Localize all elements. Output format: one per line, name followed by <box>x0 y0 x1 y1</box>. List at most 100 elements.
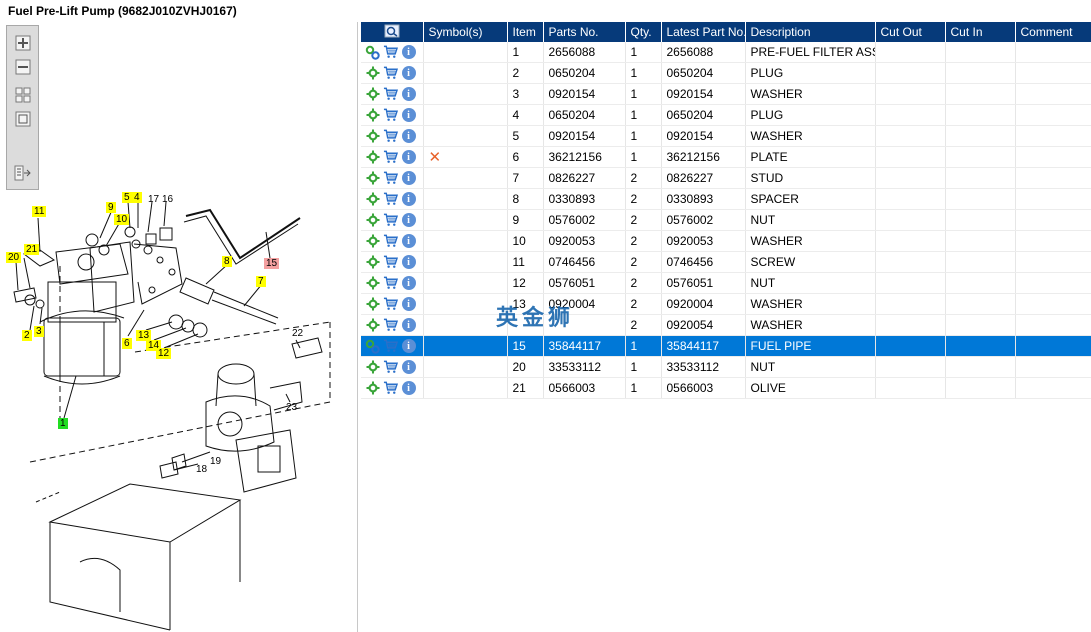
column-header-description[interactable]: Description <box>745 22 876 42</box>
column-header-search[interactable] <box>361 22 424 42</box>
assembly-gears-icon[interactable] <box>365 339 380 354</box>
table-row[interactable]: i 12 0576051 2 0576051 NUT <box>361 272 1091 294</box>
exploded-parts-diagram[interactable] <box>0 22 358 632</box>
info-icon[interactable]: i <box>401 150 416 165</box>
info-icon[interactable]: i <box>401 87 416 102</box>
part-gear-icon[interactable] <box>365 129 380 144</box>
callout-16[interactable]: 16 <box>160 194 175 205</box>
callout-10[interactable]: 10 <box>114 214 130 225</box>
table-row[interactable]: i 10 0920053 2 0920053 WASHER <box>361 230 1091 252</box>
table-row[interactable]: i 13 0920004 2 0920004 WASHER <box>361 293 1091 315</box>
fit-all-icon[interactable] <box>14 86 32 104</box>
part-gear-icon[interactable] <box>365 171 380 186</box>
table-row[interactable]: i 15 35844117 1 35844117 FUEL PIPE <box>361 335 1091 357</box>
part-gear-icon[interactable] <box>365 297 380 312</box>
add-to-cart-icon[interactable] <box>383 108 398 123</box>
add-to-cart-icon[interactable] <box>383 213 398 228</box>
callout-2[interactable]: 2 <box>22 330 32 341</box>
info-icon[interactable]: i <box>401 213 416 228</box>
callout-3[interactable]: 3 <box>34 326 44 337</box>
column-header-qty[interactable]: Qty. <box>625 22 662 42</box>
info-icon[interactable]: i <box>401 234 416 249</box>
add-to-cart-icon[interactable] <box>383 297 398 312</box>
table-row[interactable]: i 2 0920054 WASHER <box>361 314 1091 336</box>
callout-12[interactable]: 12 <box>156 348 172 359</box>
info-icon[interactable]: i <box>401 381 416 396</box>
column-header-cut-out[interactable]: Cut Out <box>875 22 946 42</box>
column-header-cut-in[interactable]: Cut In <box>945 22 1016 42</box>
assembly-gears-icon[interactable] <box>365 45 380 60</box>
part-gear-icon[interactable] <box>365 318 380 333</box>
add-to-cart-icon[interactable] <box>383 381 398 396</box>
part-gear-icon[interactable] <box>365 108 380 123</box>
export-icon[interactable] <box>14 164 32 182</box>
table-row[interactable]: i 1 2656088 1 2656088 PRE-FUEL FILTER ASSY <box>361 42 1091 63</box>
callout-21[interactable]: 21 <box>24 244 40 255</box>
callout-23[interactable]: 23 <box>284 402 299 413</box>
part-gear-icon[interactable] <box>365 150 380 165</box>
callout-4[interactable]: 4 <box>132 192 142 203</box>
callout-18[interactable]: 18 <box>194 464 209 475</box>
table-row[interactable]: i 2 0650204 1 0650204 PLUG <box>361 62 1091 84</box>
part-gear-icon[interactable] <box>365 381 380 396</box>
table-row[interactable]: i 7 0826227 2 0826227 STUD <box>361 167 1091 189</box>
add-to-cart-icon[interactable] <box>383 339 398 354</box>
column-header-item[interactable]: Item <box>507 22 544 42</box>
add-to-cart-icon[interactable] <box>383 276 398 291</box>
callout-11[interactable]: 11 <box>32 206 47 217</box>
info-icon[interactable]: i <box>401 255 416 270</box>
info-icon[interactable]: i <box>401 297 416 312</box>
table-row[interactable]: i 4 0650204 1 0650204 PLUG <box>361 104 1091 126</box>
info-icon[interactable]: i <box>401 318 416 333</box>
add-to-cart-icon[interactable] <box>383 150 398 165</box>
fit-page-icon[interactable] <box>14 110 32 128</box>
callout-5[interactable]: 5 <box>122 192 132 203</box>
table-row[interactable]: i 3 0920154 1 0920154 WASHER <box>361 83 1091 105</box>
info-icon[interactable]: i <box>401 339 416 354</box>
callout-20[interactable]: 20 <box>6 252 22 263</box>
info-icon[interactable]: i <box>401 129 416 144</box>
callout-15[interactable]: 15 <box>264 258 280 269</box>
add-to-cart-icon[interactable] <box>383 234 398 249</box>
callout-1[interactable]: 1 <box>58 418 68 429</box>
part-gear-icon[interactable] <box>365 66 380 81</box>
add-to-cart-icon[interactable] <box>383 129 398 144</box>
table-row[interactable]: i 9 0576002 2 0576002 NUT <box>361 209 1091 231</box>
table-row[interactable]: i 21 0566003 1 0566003 OLIVE <box>361 377 1091 399</box>
table-row[interactable]: i 5 0920154 1 0920154 WASHER <box>361 125 1091 147</box>
column-header-latest-part-no[interactable]: Latest Part No. <box>661 22 746 42</box>
zoom-out-icon[interactable] <box>14 58 32 76</box>
add-to-cart-icon[interactable] <box>383 171 398 186</box>
diagram-panel[interactable]: 11 9 10 5 4 17 16 20 21 8 15 7 2 3 6 13 14 12 22 1 23 18 19 <box>0 22 358 632</box>
callout-7[interactable]: 7 <box>256 276 266 287</box>
add-to-cart-icon[interactable] <box>383 87 398 102</box>
add-to-cart-icon[interactable] <box>383 318 398 333</box>
info-icon[interactable]: i <box>401 276 416 291</box>
add-to-cart-icon[interactable] <box>383 66 398 81</box>
part-gear-icon[interactable] <box>365 360 380 375</box>
part-gear-icon[interactable] <box>365 276 380 291</box>
callout-22[interactable]: 22 <box>290 328 305 339</box>
table-row[interactable]: i 20 33533112 1 33533112 NUT <box>361 356 1091 378</box>
callout-9[interactable]: 9 <box>106 202 116 213</box>
table-row[interactable]: i 11 0746456 2 0746456 SCREW <box>361 251 1091 273</box>
zoom-in-icon[interactable] <box>14 34 32 52</box>
column-header-parts-no[interactable]: Parts No. <box>543 22 626 42</box>
column-header-comment[interactable]: Comment <box>1015 22 1091 42</box>
callout-19[interactable]: 19 <box>208 456 223 467</box>
callout-8[interactable]: 8 <box>222 256 232 267</box>
add-to-cart-icon[interactable] <box>383 255 398 270</box>
info-icon[interactable]: i <box>401 108 416 123</box>
add-to-cart-icon[interactable] <box>383 45 398 60</box>
callout-6[interactable]: 6 <box>122 338 132 349</box>
part-gear-icon[interactable] <box>365 192 380 207</box>
add-to-cart-icon[interactable] <box>383 360 398 375</box>
column-header-symbols[interactable]: Symbol(s) <box>423 22 508 42</box>
info-icon[interactable]: i <box>401 360 416 375</box>
find-icon[interactable] <box>384 24 400 41</box>
table-row[interactable]: i ✕ 6 36212156 1 36212156 PLATE <box>361 146 1091 168</box>
info-icon[interactable]: i <box>401 45 416 60</box>
part-gear-icon[interactable] <box>365 234 380 249</box>
info-icon[interactable]: i <box>401 66 416 81</box>
part-gear-icon[interactable] <box>365 255 380 270</box>
